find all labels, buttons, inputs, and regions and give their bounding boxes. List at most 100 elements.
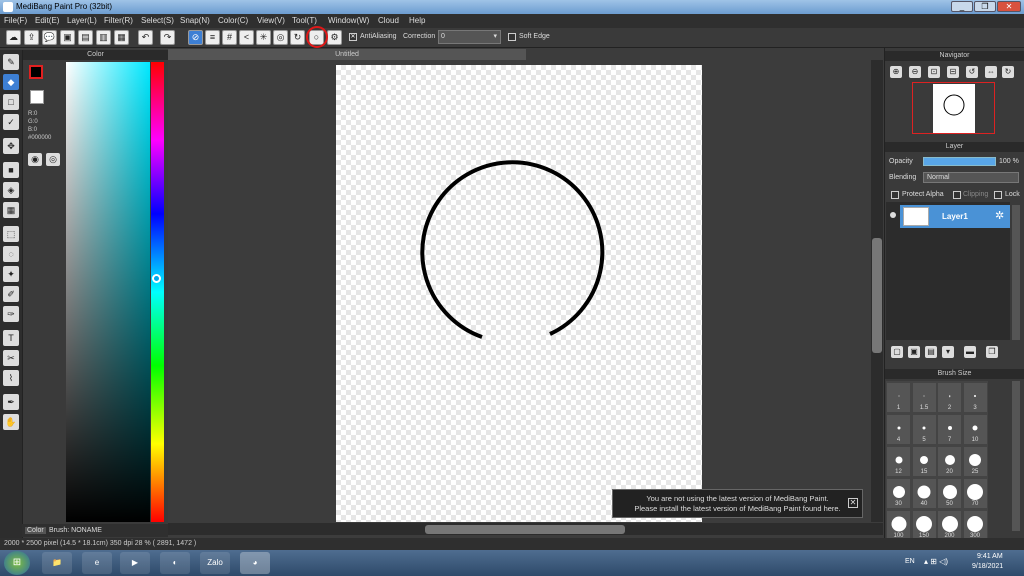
- minimize-button[interactable]: _: [951, 1, 973, 12]
- menu-snap[interactable]: Snap(N): [180, 16, 210, 25]
- add-layer-menu-icon[interactable]: ▾: [942, 346, 954, 358]
- save-as-icon[interactable]: ▤: [78, 30, 93, 45]
- zalo-icon[interactable]: Zalo: [200, 552, 230, 574]
- layer-settings-icon[interactable]: ✲: [995, 209, 1004, 222]
- export-png-icon[interactable]: ▦: [114, 30, 129, 45]
- brush-size-cell[interactable]: 12: [886, 446, 911, 477]
- brush-size-cell[interactable]: 15: [911, 446, 937, 477]
- dropper-tool-icon[interactable]: ⌇: [3, 370, 19, 386]
- medibang-task-icon[interactable]: ◕: [240, 552, 270, 574]
- tab-brush[interactable]: Brush: NONAME: [49, 527, 102, 534]
- start-button[interactable]: ⊞: [4, 551, 30, 575]
- brush-size-cell[interactable]: 70: [962, 478, 988, 509]
- hue-slider-handle[interactable]: [152, 274, 161, 283]
- menu-file[interactable]: File(F): [4, 16, 27, 25]
- softedge-checkbox[interactable]: [508, 33, 516, 41]
- media-player-icon[interactable]: ▶: [120, 552, 150, 574]
- eraser-tool-icon[interactable]: ◆: [3, 74, 19, 90]
- divide-tool-icon[interactable]: ✂: [3, 350, 19, 366]
- text-tool-icon[interactable]: T: [3, 330, 19, 346]
- brush-size-cell[interactable]: 25: [962, 446, 988, 477]
- brush-size-cell[interactable]: 20: [937, 446, 962, 477]
- notification-close-icon[interactable]: ✕: [848, 498, 858, 508]
- coccoc-icon[interactable]: ◐: [160, 552, 190, 574]
- brush-size-cell[interactable]: 30: [886, 478, 911, 509]
- brush-size-cell[interactable]: 200: [937, 510, 962, 541]
- brush-size-cell[interactable]: 3: [962, 382, 988, 413]
- notification-line-2[interactable]: Please install the latest version of Med…: [613, 504, 862, 514]
- zoom-out-icon[interactable]: ⊖: [909, 66, 921, 78]
- rotate-right-icon[interactable]: ↻: [1002, 66, 1014, 78]
- restore-button[interactable]: ❐: [974, 1, 996, 12]
- brush-size-cell[interactable]: 10: [962, 414, 988, 445]
- move-tool-icon[interactable]: ✥: [3, 138, 19, 154]
- blending-select[interactable]: Normal: [923, 172, 1019, 183]
- brush-size-cell[interactable]: 100: [886, 510, 911, 541]
- comment-icon[interactable]: 💬: [42, 30, 57, 45]
- brush-size-cell[interactable]: 1: [886, 382, 911, 413]
- fill-rect-tool-icon[interactable]: ■: [3, 162, 19, 178]
- fit-icon[interactable]: ⊡: [928, 66, 940, 78]
- foreground-color-swatch[interactable]: [29, 65, 43, 79]
- clipping-checkbox[interactable]: [953, 191, 961, 199]
- duplicate-layer-icon[interactable]: ❐: [986, 346, 998, 358]
- new-halftone-layer-icon[interactable]: ▣: [908, 346, 920, 358]
- brush-size-scrollbar[interactable]: [1012, 381, 1020, 531]
- menu-layer[interactable]: Layer(L): [67, 16, 97, 25]
- folder-icon[interactable]: ▬: [964, 346, 976, 358]
- lock-checkbox[interactable]: [994, 191, 1002, 199]
- color-picker-icon[interactable]: ◎: [46, 153, 60, 166]
- gradient-tool-icon[interactable]: ▦: [3, 202, 19, 218]
- brush-size-cell[interactable]: 50: [937, 478, 962, 509]
- correction-select[interactable]: 0 ▾: [438, 30, 501, 44]
- menu-cloud[interactable]: Cloud: [378, 16, 399, 25]
- internet-explorer-icon[interactable]: e: [82, 552, 112, 574]
- antialiasing-checkbox[interactable]: ✕: [349, 33, 357, 41]
- menu-filter[interactable]: Filter(R): [104, 16, 133, 25]
- actual-size-icon[interactable]: ⊟: [947, 66, 959, 78]
- background-color-swatch[interactable]: [30, 90, 44, 104]
- select-pen-tool-icon[interactable]: ✐: [3, 286, 19, 302]
- horizontal-scroll-thumb[interactable]: [425, 525, 625, 534]
- brush-size-cell[interactable]: 300: [962, 510, 988, 541]
- select-tool-icon[interactable]: ⬚: [3, 226, 19, 242]
- layer-visibility-icon[interactable]: [890, 212, 896, 218]
- bucket-tool-icon[interactable]: ◈: [3, 182, 19, 198]
- protect-alpha-checkbox[interactable]: [891, 191, 899, 199]
- snap-grid-icon[interactable]: #: [222, 30, 237, 45]
- layer-scrollbar[interactable]: [1012, 205, 1020, 340]
- brush-tool-icon[interactable]: ✎: [3, 54, 19, 70]
- document-tab[interactable]: Untitled: [168, 49, 526, 60]
- magic-wand-tool-icon[interactable]: ✦: [3, 266, 19, 282]
- tab-color[interactable]: Color: [25, 527, 46, 534]
- new-layer-icon[interactable]: ▢: [891, 346, 903, 358]
- saturation-value-picker[interactable]: [66, 62, 150, 522]
- redo-icon[interactable]: ↷: [160, 30, 175, 45]
- navigator-thumbnail[interactable]: [912, 82, 995, 134]
- tray-icons[interactable]: ▴ ⊞ ◁): [924, 557, 948, 566]
- vertical-scroll-thumb[interactable]: [872, 238, 882, 353]
- lasso-select-tool-icon[interactable]: ◌: [3, 246, 19, 262]
- rotate-left-icon[interactable]: ↺: [966, 66, 978, 78]
- save-icon[interactable]: ▣: [60, 30, 75, 45]
- update-notification[interactable]: You are not using the latest version of …: [612, 489, 863, 518]
- brush-size-cell[interactable]: 5: [911, 414, 937, 445]
- rect-select-tool-icon[interactable]: □: [3, 94, 19, 110]
- snap-off-icon[interactable]: ⊘: [188, 30, 203, 45]
- export-icon[interactable]: ▥: [96, 30, 111, 45]
- brush-size-cell[interactable]: 150: [911, 510, 937, 541]
- menu-edit[interactable]: Edit(E): [35, 16, 59, 25]
- brush-size-cell[interactable]: 7: [937, 414, 962, 445]
- palette-icon[interactable]: ◉: [28, 153, 42, 166]
- eyedropper-tool-icon[interactable]: ✒: [3, 394, 19, 410]
- language-indicator[interactable]: EN: [905, 558, 915, 565]
- hue-slider[interactable]: [151, 62, 164, 522]
- brush-size-cell[interactable]: 40: [911, 478, 937, 509]
- hand-tool-icon[interactable]: ✋: [3, 414, 19, 430]
- lasso-tool-icon[interactable]: ✓: [3, 114, 19, 130]
- clock-date[interactable]: 9/18/2021: [972, 563, 1003, 570]
- brush-size-cell[interactable]: 2: [937, 382, 962, 413]
- close-button[interactable]: ✕: [997, 1, 1021, 12]
- undo-icon[interactable]: ↶: [138, 30, 153, 45]
- snap-parallel-icon[interactable]: ≡: [205, 30, 220, 45]
